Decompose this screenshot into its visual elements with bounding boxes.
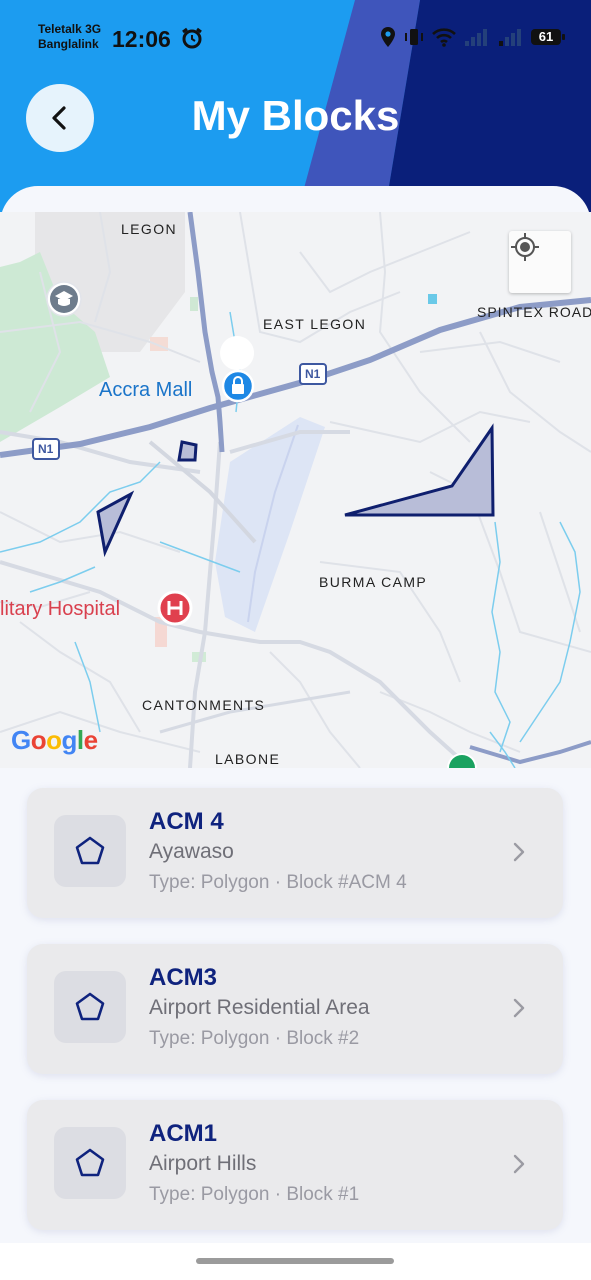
map-canvas bbox=[0, 212, 591, 768]
block-meta: Type: Polygon · Block #ACM 4 bbox=[149, 872, 407, 894]
block-area: Airport Residential Area bbox=[149, 996, 370, 1019]
vibrate-icon bbox=[405, 29, 423, 45]
pentagon-icon bbox=[75, 836, 105, 865]
block-meta: Type: Polygon · Block #1 bbox=[149, 1184, 359, 1206]
pentagon-icon bbox=[75, 1148, 105, 1177]
home-indicator[interactable] bbox=[196, 1258, 394, 1264]
location-icon bbox=[381, 27, 395, 47]
meta-separator: · bbox=[274, 872, 282, 893]
chevron-right-icon bbox=[513, 998, 525, 1018]
carrier-line-2: Banglalink bbox=[38, 37, 99, 51]
carrier-line-1: Teletalk 3G bbox=[38, 22, 102, 36]
block-number: Block #2 bbox=[286, 1028, 360, 1049]
road-label-n1: N1 bbox=[305, 367, 321, 381]
block-type: Type: Polygon bbox=[149, 1184, 270, 1205]
block-type: Type: Polygon bbox=[149, 1028, 270, 1049]
my-location-button[interactable] bbox=[509, 231, 571, 293]
map-label-burma-camp: BURMA CAMP bbox=[319, 574, 428, 590]
carrier-info: Teletalk 3G Banglalink bbox=[38, 22, 101, 52]
block-card[interactable]: ACM1 Airport Hills Type: Polygon · Block… bbox=[27, 1100, 563, 1230]
map-label-legon: LEGON bbox=[121, 221, 178, 237]
block-name: ACM1 bbox=[149, 1120, 218, 1147]
map-label-labone: LABONE bbox=[215, 751, 281, 767]
page-title: My Blocks bbox=[191, 92, 400, 139]
school-marker-icon bbox=[46, 281, 82, 317]
chevron-right-icon bbox=[513, 1154, 525, 1174]
map-label-east-legon: EAST LEGON bbox=[263, 316, 367, 332]
signal-2-icon bbox=[499, 29, 521, 46]
battery-icon: 61 bbox=[531, 29, 565, 45]
poi-accra-mall[interactable]: Accra Mall bbox=[99, 379, 192, 402]
map-view[interactable]: LEGON EAST LEGON SPINTEX ROAD BURMA CAMP… bbox=[0, 212, 591, 768]
block-area: Ayawaso bbox=[149, 840, 234, 863]
block-meta: Type: Polygon · Block #2 bbox=[149, 1028, 359, 1050]
road-label-n1-west: N1 bbox=[38, 442, 54, 456]
block-area: Airport Hills bbox=[149, 1152, 257, 1175]
chevron-right-icon bbox=[513, 842, 525, 862]
block-name: ACM3 bbox=[149, 964, 218, 991]
pentagon-icon bbox=[75, 992, 105, 1021]
polygon-icon-box bbox=[54, 1127, 126, 1199]
block-polygon-small[interactable] bbox=[177, 440, 198, 462]
block-number: Block #1 bbox=[286, 1184, 360, 1205]
meta-separator: · bbox=[274, 1184, 282, 1205]
polygon-icon-box bbox=[54, 815, 126, 887]
map-label-spintex: SPINTEX ROAD bbox=[477, 304, 591, 320]
block-card[interactable]: ACM 4 Ayawaso Type: Polygon · Block #ACM… bbox=[27, 788, 563, 918]
block-type: Type: Polygon bbox=[149, 872, 270, 893]
meta-separator: · bbox=[274, 1028, 282, 1049]
signal-1-icon bbox=[465, 29, 487, 46]
block-number: Block #ACM 4 bbox=[286, 872, 407, 893]
crosshair-icon bbox=[511, 233, 539, 261]
poi-military-hospital[interactable]: litary Hospital bbox=[0, 598, 120, 621]
status-bar: Teletalk 3G Banglalink 12:06 61 bbox=[38, 20, 565, 60]
status-time: 12:06 bbox=[112, 26, 171, 52]
hospital-marker-icon[interactable] bbox=[157, 590, 193, 626]
system-icons: 61 bbox=[379, 26, 565, 48]
alarm-icon bbox=[182, 27, 202, 49]
map-label-cantonments: CANTONMENTS bbox=[142, 697, 266, 713]
block-card[interactable]: ACM3 Airport Residential Area Type: Poly… bbox=[27, 944, 563, 1074]
block-name: ACM 4 bbox=[149, 808, 224, 835]
wifi-icon bbox=[432, 28, 456, 47]
google-logo: Google bbox=[11, 725, 98, 755]
polygon-icon-box bbox=[54, 971, 126, 1043]
